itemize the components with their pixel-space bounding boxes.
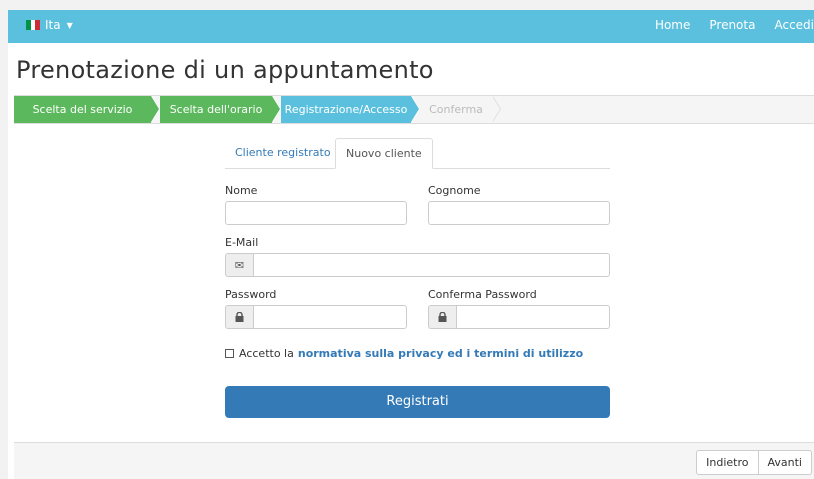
cognome-input[interactable] (428, 201, 610, 225)
password-input[interactable] (253, 305, 407, 329)
wizard-footer: Indietro Avanti (14, 442, 814, 479)
confirm-password-input[interactable] (456, 305, 610, 329)
next-button[interactable]: Avanti (758, 450, 812, 475)
password-label: Password (225, 288, 277, 301)
privacy-consent: Accetto la normativa sulla privacy ed i … (225, 347, 583, 360)
caret-down-icon: ▼ (66, 20, 73, 30)
tab-nuovo-cliente[interactable]: Nuovo cliente (335, 138, 433, 169)
customer-tabs: Cliente registrato Nuovo cliente (225, 138, 610, 169)
step-label: Scelta del servizio (32, 103, 133, 116)
nome-label: Nome (225, 184, 258, 197)
envelope-icon: ✉ (225, 253, 253, 277)
language-selector[interactable]: Ita ▼ (26, 18, 73, 32)
wizard-steps: Scelta del servizio Scelta dell'orario R… (14, 95, 814, 124)
email-input[interactable] (253, 253, 610, 277)
step-registrazione: Registrazione/Accesso (281, 96, 420, 123)
cognome-label: Cognome (428, 184, 481, 197)
nav-link-prenota[interactable]: Prenota (709, 18, 755, 32)
tab-cliente-registrato[interactable]: Cliente registrato (225, 138, 341, 169)
nav-link-accedi[interactable]: Accedi (774, 18, 814, 32)
step-scelta-orario: Scelta dell'orario (160, 96, 281, 123)
privacy-policy-link[interactable]: normativa sulla privacy ed i termini di … (298, 347, 583, 360)
privacy-prefix: Accetto la (239, 347, 294, 360)
confirm-password-label: Conferma Password (428, 288, 537, 301)
lock-icon (428, 305, 456, 329)
navigation-buttons: Indietro Avanti (696, 450, 812, 475)
page-title: Prenotazione di un appuntamento (16, 56, 434, 84)
step-label: Registrazione/Accesso (284, 103, 408, 116)
nome-input[interactable] (225, 201, 407, 225)
email-label: E-Mail (225, 236, 259, 249)
step-scelta-servizio: Scelta del servizio (14, 96, 160, 123)
nav-link-home[interactable]: Home (655, 18, 690, 32)
step-label: Scelta dell'orario (169, 103, 263, 116)
lock-icon (225, 305, 253, 329)
main-panel: Prenotazione di un appuntamento Scelta d… (8, 43, 814, 479)
nav-links: Home Prenota Accedi (636, 18, 814, 32)
language-label: Ita (45, 18, 61, 32)
italy-flag-icon (26, 20, 41, 30)
step-label: Conferma (429, 103, 483, 116)
top-navbar: Ita ▼ Home Prenota Accedi (8, 10, 814, 43)
step-conferma: Conferma (420, 96, 501, 123)
privacy-checkbox[interactable] (225, 349, 234, 358)
register-button[interactable]: Registrati (225, 386, 610, 418)
back-button[interactable]: Indietro (696, 450, 759, 475)
